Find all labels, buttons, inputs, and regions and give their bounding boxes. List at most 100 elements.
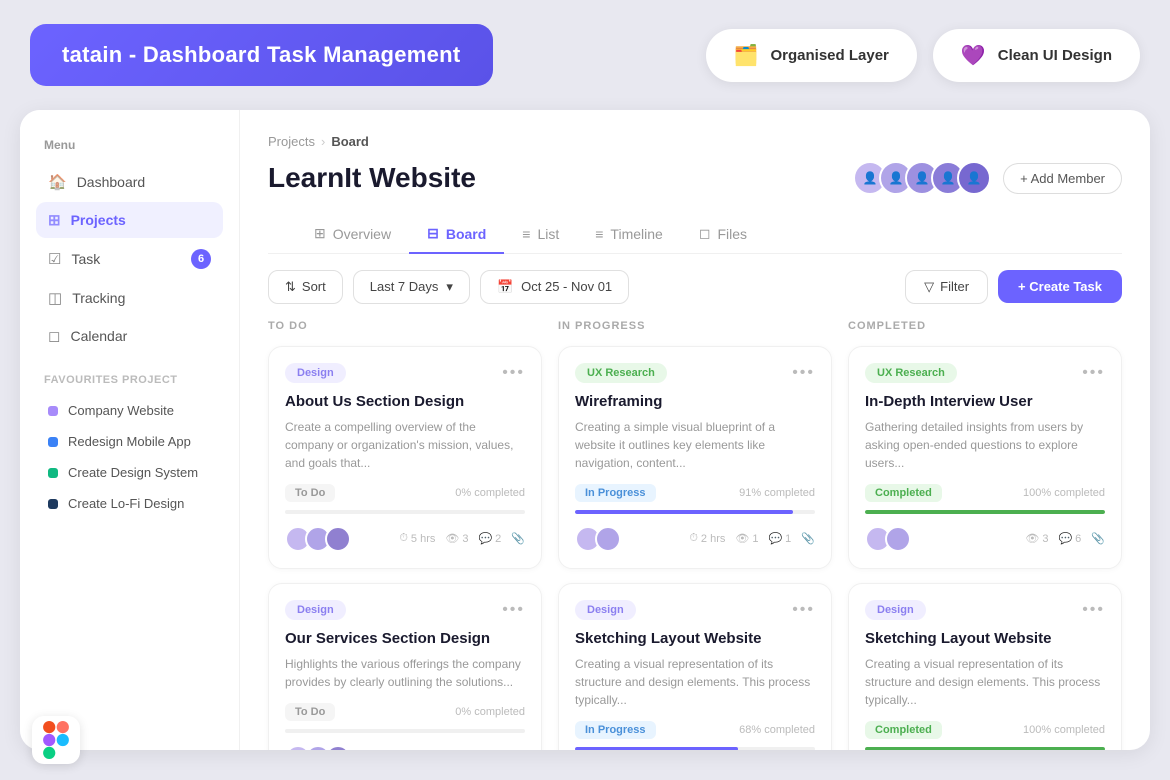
progress-pct: 0% completed [455, 487, 525, 499]
progress-fill [865, 510, 1105, 514]
card-tag: Design [575, 600, 636, 620]
breadcrumb-parent: Projects [268, 134, 315, 149]
toolbar: ⇅ Sort Last 7 Days ▾ 📅 Oct 25 - Nov 01 ▽… [240, 254, 1150, 320]
avatar-group: 👤 👤 👤 👤 👤 [853, 161, 991, 195]
card-footer: ⏱ 5 hrs 👁 3 💬 2 📎 [285, 526, 525, 552]
filter-icon: ▽ [924, 279, 934, 295]
create-task-button[interactable]: + Create Task [998, 270, 1122, 303]
card-footer: 👁 3 💬 6 📎 [865, 526, 1105, 552]
card-menu-button[interactable]: ••• [502, 601, 525, 619]
card-tag: UX Research [575, 363, 667, 383]
mini-avatar [325, 526, 351, 552]
mini-avatar-group [285, 526, 351, 552]
column-completed: COMPLETED UX Research ••• In-Depth Inter… [848, 320, 1122, 731]
sidebar-item-task[interactable]: ☑ Task 6 [36, 240, 223, 278]
tab-timeline[interactable]: ≡ Timeline [577, 215, 681, 254]
card-status-row: In Progress 91% completed [575, 484, 815, 502]
tracking-icon: ◫ [48, 289, 62, 307]
grid-icon: ⊞ [48, 211, 61, 229]
date-range-label: Last 7 Days [370, 279, 439, 294]
column-todo: TO DO Design ••• About Us Section Design… [268, 320, 542, 731]
add-member-button[interactable]: + Add Member [1003, 163, 1122, 194]
clean-ui-icon: 💜 [961, 43, 986, 68]
sidebar-item-calendar[interactable]: ◻ Calendar [36, 318, 223, 354]
overview-icon: ⊞ [314, 225, 326, 242]
progress-bar [285, 729, 525, 733]
fav-item-company-website[interactable]: Company Website [36, 396, 223, 425]
card-top: Design ••• [865, 600, 1105, 620]
app-title: tatain - Dashboard Task Management [30, 24, 493, 86]
card-menu-button[interactable]: ••• [792, 601, 815, 619]
fav-label: Create Design System [68, 465, 198, 480]
progress-bar [575, 747, 815, 751]
board-icon: ⊟ [427, 225, 439, 242]
breadcrumb-current: Board [331, 134, 369, 149]
sidebar-item-projects[interactable]: ⊞ Projects [36, 202, 223, 238]
card-menu-button[interactable]: ••• [502, 364, 525, 382]
avatar: 👤 [957, 161, 991, 195]
tab-board[interactable]: ⊟ Board [409, 215, 504, 254]
project-title: LearnIt Website [268, 162, 476, 194]
content-area: Projects › Board LearnIt Website 👤 👤 👤 👤… [240, 110, 1150, 750]
tab-list[interactable]: ≡ List [504, 215, 577, 254]
breadcrumb-separator: › [321, 134, 325, 149]
sidebar-item-dashboard[interactable]: 🏠 Dashboard [36, 164, 223, 200]
files-icon: ◻ [699, 225, 711, 242]
hours-meta: ⏱ 2 hrs [689, 532, 725, 545]
menu-label: Menu [36, 138, 223, 152]
progress-fill [575, 510, 793, 514]
sidebar-item-label: Calendar [70, 328, 127, 344]
card-top: UX Research ••• [575, 363, 815, 383]
tab-overview[interactable]: ⊞ Overview [296, 215, 409, 254]
col-header-completed: COMPLETED [848, 320, 1122, 332]
views-meta: 👁 3 [445, 532, 468, 545]
progress-pct: 100% completed [1023, 487, 1105, 499]
mini-avatar-group [865, 526, 911, 552]
sidebar-item-tracking[interactable]: ◫ Tracking [36, 280, 223, 316]
task-badge: 6 [191, 249, 211, 269]
card-top: Design ••• [575, 600, 815, 620]
card-desc: Creating a visual representation of its … [865, 655, 1105, 709]
status-badge: In Progress [575, 484, 656, 502]
fav-dot [48, 468, 58, 478]
fav-item-create-lofi[interactable]: Create Lo-Fi Design [36, 489, 223, 518]
breadcrumb: Projects › Board [268, 134, 1122, 149]
main-wrap: Menu 🏠 Dashboard ⊞ Projects ☑ Task 6 ◫ T… [20, 110, 1150, 750]
sidebar-item-label: Tracking [72, 290, 125, 306]
card-wireframing: UX Research ••• Wireframing Creating a s… [558, 346, 832, 569]
badge-organised-layer: 🗂️ Organised Layer [706, 29, 917, 82]
card-desc: Highlights the various offerings the com… [285, 655, 525, 691]
views-meta: 👁 3 [1025, 532, 1048, 545]
date-picker-button[interactable]: 📅 Oct 25 - Nov 01 [480, 270, 629, 304]
tab-bar: ⊞ Overview ⊟ Board ≡ List ≡ Timeline ◻ [268, 215, 1122, 254]
card-meta: ⏱ 5 hrs 👁 3 💬 2 📎 [399, 532, 525, 545]
status-badge: In Progress [575, 721, 656, 739]
card-menu-button[interactable]: ••• [792, 364, 815, 382]
fav-label: Create Lo-Fi Design [68, 496, 184, 511]
filter-button[interactable]: ▽ Filter [905, 270, 988, 304]
card-status-row: Completed 100% completed [865, 484, 1105, 502]
card-status-row: To Do 0% completed [285, 484, 525, 502]
fav-label: Redesign Mobile App [68, 434, 191, 449]
card-footer: ⏱ 4 hrs 👁 2 💬 1 📎 [285, 745, 525, 751]
card-menu-button[interactable]: ••• [1082, 601, 1105, 619]
date-range-button[interactable]: Last 7 Days ▾ [353, 270, 470, 304]
card-menu-button[interactable]: ••• [1082, 364, 1105, 382]
top-bar: tatain - Dashboard Task Management 🗂️ Or… [0, 0, 1170, 110]
col-header-todo: TO DO [268, 320, 542, 332]
attach-meta: 📎 [1091, 532, 1105, 545]
badge-clean-ui: 💜 Clean UI Design [933, 29, 1140, 82]
kanban-board: TO DO Design ••• About Us Section Design… [240, 320, 1150, 751]
card-tag: Design [865, 600, 926, 620]
tab-files[interactable]: ◻ Files [681, 215, 765, 254]
card-title: Wireframing [575, 393, 815, 410]
fav-item-redesign-mobile[interactable]: Redesign Mobile App [36, 427, 223, 456]
attach-meta: 📎 [511, 532, 525, 545]
card-sketching-inprogress: Design ••• Sketching Layout Website Crea… [558, 583, 832, 751]
card-desc: Gathering detailed insights from users b… [865, 418, 1105, 472]
sort-button[interactable]: ⇅ Sort [268, 270, 343, 304]
card-meta: 👁 3 💬 6 📎 [1025, 532, 1105, 545]
card-tag: Design [285, 600, 346, 620]
fav-item-create-design[interactable]: Create Design System [36, 458, 223, 487]
status-badge: To Do [285, 484, 335, 502]
